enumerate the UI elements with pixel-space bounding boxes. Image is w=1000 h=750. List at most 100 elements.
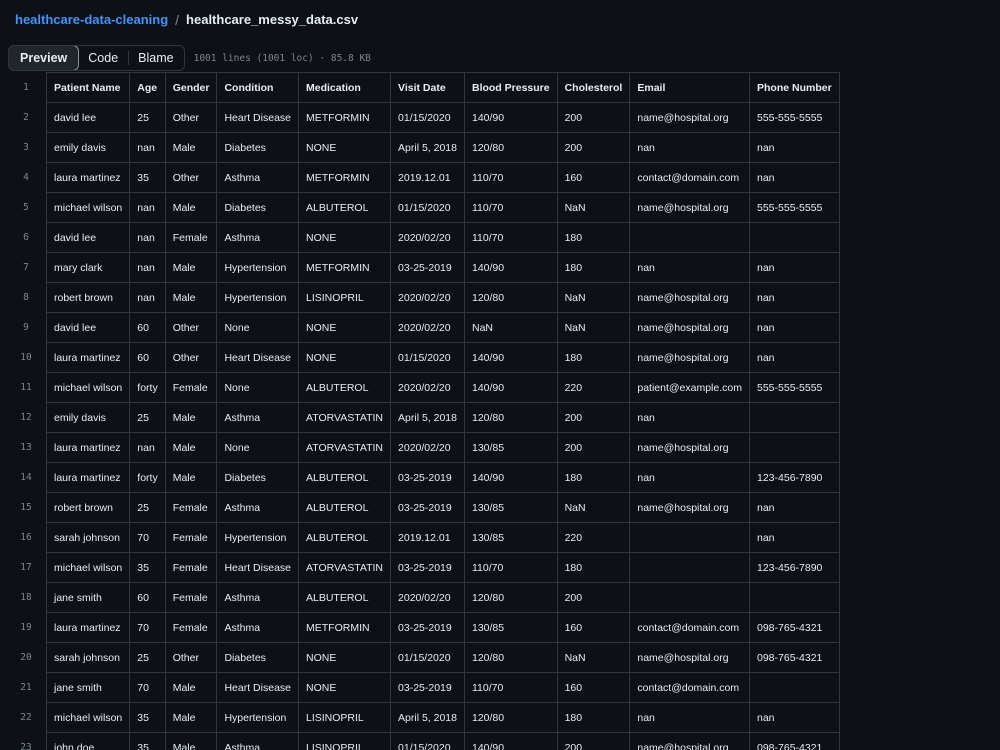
line-number[interactable]: 9	[0, 313, 47, 343]
table-cell: NaN	[556, 282, 631, 313]
line-number[interactable]: 10	[0, 343, 47, 373]
line-number[interactable]: 1	[0, 73, 47, 103]
table-cell: name@hospital.org	[629, 642, 750, 673]
table-row: 8 robert brown nan Male Hypertension LISINOPR…	[0, 282, 840, 313]
table-cell: Male	[164, 282, 218, 313]
table-cell: 2019.12.01	[390, 162, 465, 193]
table-cell: 555-555-5555	[749, 192, 840, 223]
table-cell: 70	[129, 672, 166, 703]
table-cell: Diabetes	[216, 192, 299, 223]
table-cell: 03-25-2019	[390, 252, 465, 283]
table-cell: 180	[556, 552, 631, 583]
line-number[interactable]: 3	[0, 133, 47, 163]
table-cell: 25	[129, 402, 166, 433]
table-cell: 110/70	[463, 222, 558, 253]
table-row: 4 laura martinez 35 Other Asthma METFORMIN 201…	[0, 162, 840, 193]
line-number[interactable]: 13	[0, 433, 47, 463]
line-number[interactable]: 23	[0, 733, 47, 750]
breadcrumb-separator: /	[175, 12, 180, 28]
table-cell: 03-25-2019	[390, 672, 465, 703]
line-number[interactable]: 14	[0, 463, 47, 493]
table-cell: 200	[556, 402, 631, 433]
table-cell: emily davis	[45, 402, 131, 433]
table-cell	[629, 552, 750, 583]
table-cell: Male	[164, 402, 218, 433]
table-cell: 555-555-5555	[749, 372, 840, 403]
table-cell: david lee	[45, 222, 131, 253]
line-number[interactable]: 12	[0, 403, 47, 433]
table-row: 16 sarah johnson 70 Female Hypertension ALBUT…	[0, 522, 840, 553]
line-number[interactable]: 5	[0, 193, 47, 223]
line-number[interactable]: 22	[0, 703, 47, 733]
table-cell: robert brown	[45, 282, 131, 313]
preview-tab[interactable]: Preview	[8, 46, 80, 70]
code-tab[interactable]: Code	[78, 46, 128, 70]
table-cell: Asthma	[216, 492, 299, 523]
breadcrumb: healthcare-data-cleaning / healthcare_me…	[15, 11, 358, 29]
table-cell: 25	[129, 492, 166, 523]
line-number[interactable]: 4	[0, 163, 47, 193]
line-number[interactable]: 16	[0, 523, 47, 553]
table-cell: 03-25-2019	[390, 492, 465, 523]
table-cell: 03-25-2019	[390, 552, 465, 583]
line-number[interactable]: 17	[0, 553, 47, 583]
table-cell: nan	[749, 702, 840, 733]
line-number[interactable]: 21	[0, 673, 47, 703]
table-cell: Male	[164, 252, 218, 283]
line-number[interactable]: 8	[0, 283, 47, 313]
table-cell: 140/90	[463, 252, 558, 283]
line-number[interactable]: 18	[0, 583, 47, 613]
table-cell: nan	[129, 252, 166, 283]
breadcrumb-file-name: healthcare_messy_data.csv	[186, 12, 359, 27]
column-header: Condition	[216, 72, 299, 103]
table-cell: April 5, 2018	[390, 132, 465, 163]
table-cell: 110/70	[463, 672, 558, 703]
table-cell: laura martinez	[45, 162, 131, 193]
table-cell: 180	[556, 252, 631, 283]
breadcrumb-repo-link[interactable]: healthcare-data-cleaning	[15, 11, 168, 29]
column-header: Phone Number	[749, 72, 840, 103]
line-number[interactable]: 15	[0, 493, 47, 523]
table-cell: name@hospital.org	[629, 732, 750, 750]
line-number[interactable]: 19	[0, 613, 47, 643]
table-cell: Male	[164, 132, 218, 163]
table-cell: laura martinez	[45, 612, 131, 643]
table-cell: Asthma	[216, 402, 299, 433]
table-cell	[749, 402, 840, 433]
table-cell: name@hospital.org	[629, 492, 750, 523]
table-cell: 098-765-4321	[749, 732, 840, 750]
table-cell: Male	[164, 732, 218, 750]
table-cell: 220	[556, 522, 631, 553]
table-cell: ALBUTEROL	[297, 192, 392, 223]
table-cell: ALBUTEROL	[297, 372, 392, 403]
table-cell: 70	[129, 522, 166, 553]
line-number[interactable]: 11	[0, 373, 47, 403]
table-cell: 25	[129, 102, 166, 133]
table-cell: 25	[129, 642, 166, 673]
line-number[interactable]: 7	[0, 253, 47, 283]
table-cell: ALBUTEROL	[297, 492, 392, 523]
table-cell: 2020/02/20	[390, 222, 465, 253]
table-cell: NONE	[297, 132, 392, 163]
table-cell: NaN	[556, 312, 631, 343]
table-cell: 123-456-7890	[749, 462, 840, 493]
table-cell: Heart Disease	[216, 102, 299, 133]
line-number[interactable]: 20	[0, 643, 47, 673]
table-row: 20 sarah johnson 25 Other Diabetes NONE 01/15/…	[0, 642, 840, 673]
table-row: 23 john doe 35 Male Asthma LISINOPRIL 01/15/20…	[0, 732, 840, 750]
line-number[interactable]: 6	[0, 223, 47, 253]
table-row: 9 david lee 60 Other None NONE 2020/02/20 NaN Na…	[0, 312, 840, 343]
blame-tab[interactable]: Blame	[128, 46, 183, 70]
table-cell: ALBUTEROL	[297, 462, 392, 493]
table-cell: 200	[556, 732, 631, 750]
table-body: 2 david lee 25 Other Heart Disease METFORMIN 0…	[0, 102, 840, 750]
table-cell: sarah johnson	[45, 522, 131, 553]
table-cell: 2020/02/20	[390, 582, 465, 613]
table-cell: Hypertension	[216, 252, 299, 283]
table-cell: Female	[164, 552, 218, 583]
table-cell: NONE	[297, 642, 392, 673]
table-cell: 120/80	[463, 402, 558, 433]
line-number[interactable]: 2	[0, 103, 47, 133]
table-cell: 140/90	[463, 102, 558, 133]
table-cell: forty	[129, 372, 166, 403]
